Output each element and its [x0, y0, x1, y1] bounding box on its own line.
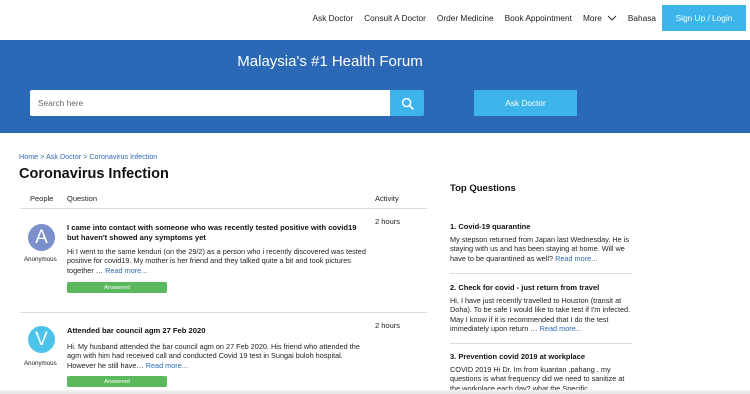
- search-icon: [401, 97, 414, 110]
- answered-badge: Answered: [67, 282, 167, 293]
- author-name: Anonymous: [24, 256, 57, 263]
- author-name: Anonymous: [24, 360, 57, 367]
- header-divider: [20, 208, 427, 209]
- nav-book-appointment[interactable]: Book Appointment: [505, 13, 572, 23]
- column-header-question: Question: [67, 194, 98, 203]
- breadcrumb-home[interactable]: Home: [19, 152, 38, 161]
- top-question-item: 3. Prevention covid 2019 at workplace CO…: [450, 352, 634, 393]
- nav-links: Ask Doctor Consult A Doctor Order Medici…: [313, 0, 656, 36]
- sidebar-divider: [450, 273, 632, 274]
- breadcrumb: Home > Ask Doctor > Coronavirus Infectio…: [19, 152, 157, 161]
- answered-badge: Answered: [67, 376, 167, 387]
- signup-login-button[interactable]: Sign Up / Login: [662, 5, 746, 31]
- top-question-excerpt: COVID 2019 Hi Dr. Im from kuantan ,pahan…: [450, 365, 634, 393]
- top-question-item: 1. Covid-19 quarantine My stepson return…: [450, 222, 634, 263]
- top-question-title[interactable]: 3. Prevention covid 2019 at workplace: [450, 352, 634, 362]
- chevron-down-icon: [607, 15, 617, 21]
- question-title[interactable]: I came into contact with someone who was…: [67, 223, 367, 242]
- question-excerpt-text: Hi. My husband attended the bar council …: [67, 342, 360, 370]
- read-more-link[interactable]: Read more...: [555, 254, 597, 263]
- nav-consult-doctor[interactable]: Consult A Doctor: [364, 13, 426, 23]
- column-header-people: People: [30, 194, 54, 203]
- nav-ask-doctor[interactable]: Ask Doctor: [313, 13, 354, 23]
- top-question-excerpt-text: My stepson returned from Japan last Wedn…: [450, 235, 629, 263]
- nav-more-label: More: [582, 13, 602, 23]
- read-more-link[interactable]: Read more...: [105, 266, 147, 275]
- question-excerpt: Hi. My husband attended the bar council …: [67, 342, 369, 370]
- nav-order-medicine[interactable]: Order Medicine: [437, 13, 494, 23]
- nav-more-menu[interactable]: More: [583, 13, 617, 23]
- read-more-link[interactable]: Read more...: [540, 324, 582, 333]
- activity-time: 2 hours: [375, 321, 401, 330]
- hero-title: Malaysia's #1 Health Forum: [237, 53, 423, 70]
- top-question-excerpt: My stepson returned from Japan last Wedn…: [450, 235, 634, 263]
- question-title[interactable]: Attended bar council agm 27 Feb 2020: [67, 326, 367, 336]
- column-header-activity: Activity: [375, 194, 399, 203]
- sidebar-divider: [450, 343, 632, 344]
- avatar: A: [28, 224, 55, 251]
- search-input[interactable]: [30, 90, 390, 116]
- hero-banner: Malaysia's #1 Health Forum Ask Doctor: [0, 40, 750, 133]
- bottom-edge: [0, 390, 750, 394]
- top-question-excerpt-text: COVID 2019 Hi Dr. Im from kuantan ,pahan…: [450, 365, 625, 393]
- read-more-link[interactable]: Read more...: [146, 361, 188, 370]
- avatar: V: [28, 326, 55, 353]
- question-row: V Anonymous Attended bar council agm 27 …: [20, 318, 427, 394]
- top-question-title[interactable]: 1. Covid-19 quarantine: [450, 222, 634, 232]
- question-excerpt: Hi I went to the same kenduri (on the 29…: [67, 247, 369, 275]
- question-row: A Anonymous I came into contact with som…: [20, 216, 427, 312]
- page-title: Coronavirus Infection: [19, 166, 169, 182]
- top-questions-heading: Top Questions: [450, 183, 516, 194]
- activity-time: 2 hours: [375, 217, 401, 226]
- nav-language-toggle[interactable]: Bahasa: [628, 13, 656, 23]
- top-question-title[interactable]: 2. Check for covid - just return from tr…: [450, 283, 634, 293]
- row-divider: [20, 312, 427, 313]
- breadcrumb-current[interactable]: Coronavirus Infection: [89, 152, 157, 161]
- breadcrumb-ask-doctor[interactable]: Ask Doctor: [46, 152, 81, 161]
- top-navbar: Ask Doctor Consult A Doctor Order Medici…: [0, 0, 750, 40]
- top-question-item: 2. Check for covid - just return from tr…: [450, 283, 634, 334]
- search-button[interactable]: [390, 90, 424, 116]
- ask-doctor-button[interactable]: Ask Doctor: [474, 90, 577, 116]
- top-question-excerpt: Hi, I have just recently travelled to Ho…: [450, 296, 634, 334]
- breadcrumb-separator: >: [38, 152, 46, 161]
